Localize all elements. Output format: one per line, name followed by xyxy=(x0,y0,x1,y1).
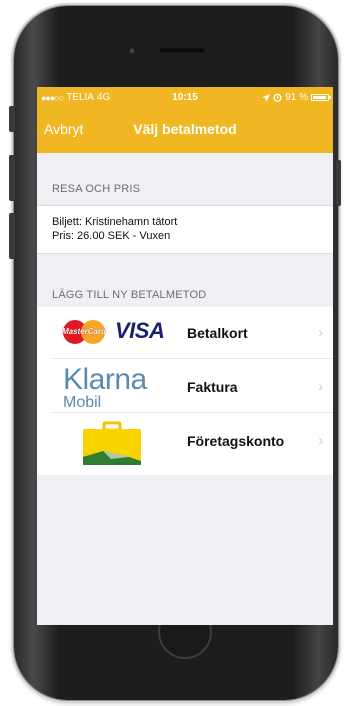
location-arrow-icon xyxy=(262,93,271,102)
status-bar: ●●●○○ TELIA 4G 10:15 91 % xyxy=(37,87,333,107)
chevron-right-icon: › xyxy=(318,378,323,394)
chevron-right-icon: › xyxy=(318,432,323,448)
page-title: Välj betalmetod xyxy=(133,121,237,137)
ticket-line: Biljett: Kristinehamn tätort xyxy=(52,216,178,228)
section-header-trip: RESA OCH PRIS xyxy=(52,183,141,195)
payment-method-card[interactable]: MasterCard VISA Betalkort › xyxy=(37,307,333,359)
payment-method-label: Faktura xyxy=(187,379,238,395)
app-screen: ●●●○○ TELIA 4G 10:15 91 % Avbryt Välj be… xyxy=(37,87,333,625)
mute-switch xyxy=(9,106,15,132)
chevron-right-icon: › xyxy=(318,324,323,340)
payment-method-company[interactable]: Företagskonto › xyxy=(37,415,333,467)
klarna-logo: Klarna xyxy=(63,363,147,396)
payment-method-label: Betalkort xyxy=(187,325,248,341)
payment-method-invoice[interactable]: Klarna Mobil Faktura › xyxy=(37,361,333,413)
briefcase-icon xyxy=(83,421,141,465)
front-camera xyxy=(128,47,136,55)
klarna-mobil-text: Mobil xyxy=(63,394,102,411)
volume-up-button xyxy=(9,155,15,201)
navigation-bar: ●●●○○ TELIA 4G 10:15 91 % Avbryt Välj be… xyxy=(37,87,333,153)
battery-icon xyxy=(311,94,331,101)
ticket-summary: Biljett: Kristinehamn tätort Pris: 26.00… xyxy=(37,205,333,254)
payment-method-list: MasterCard VISA Betalkort › Klarna Mobil… xyxy=(37,307,333,475)
mastercard-logo: MasterCard xyxy=(61,319,107,345)
price-line: Pris: 26.00 SEK - Vuxen xyxy=(52,230,171,242)
volume-down-button xyxy=(9,213,15,259)
earpiece-speaker xyxy=(159,48,205,53)
battery-percent: 91 % xyxy=(285,92,308,103)
alarm-clock-icon xyxy=(273,93,282,102)
power-button xyxy=(336,160,341,206)
section-header-add-method: LÄGG TILL NY BETALMETOD xyxy=(52,289,207,301)
visa-logo: VISA xyxy=(115,318,165,343)
payment-method-label: Företagskonto xyxy=(187,433,285,449)
